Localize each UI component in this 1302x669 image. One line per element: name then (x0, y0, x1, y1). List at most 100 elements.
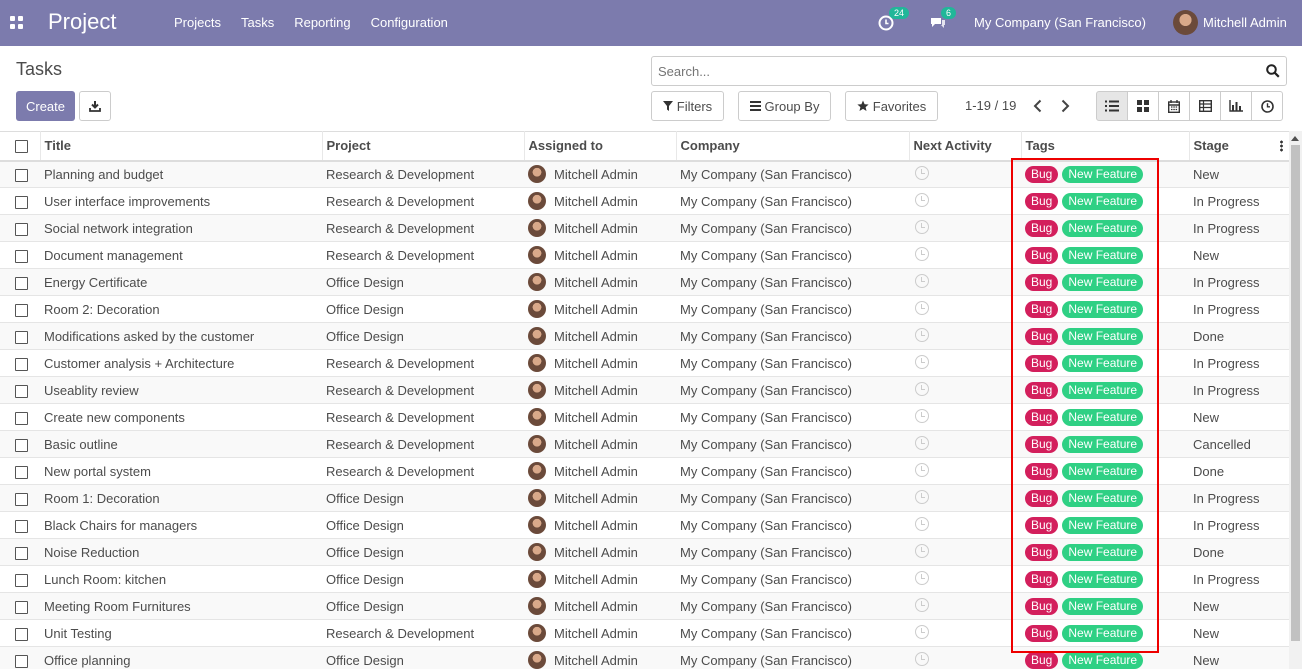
column-next-activity[interactable]: Next Activity (908, 131, 1021, 161)
table-row[interactable]: Room 1: Decoration Office Design Mitchel… (0, 484, 1289, 512)
table-row[interactable]: Useablity review Research & Development … (0, 376, 1289, 404)
activity-clock-icon[interactable] (915, 570, 929, 585)
task-title[interactable]: Noise Reduction (40, 539, 322, 566)
column-project[interactable]: Project (321, 131, 524, 161)
task-title[interactable]: Meeting Room Furnitures (40, 593, 322, 620)
activity-systray[interactable]: 24 (878, 0, 910, 46)
table-row[interactable]: Basic outline Research & Development Mit… (0, 430, 1289, 458)
assignee-avatar[interactable] (528, 300, 546, 318)
chevron-right-icon[interactable] (1058, 98, 1072, 114)
assignee-avatar[interactable] (528, 327, 546, 345)
task-title[interactable]: Energy Certificate (40, 269, 322, 296)
chevron-left-icon[interactable] (1031, 98, 1045, 114)
row-checkbox[interactable] (15, 384, 28, 398)
row-checkbox[interactable] (15, 519, 28, 533)
activity-clock-icon[interactable] (915, 489, 929, 504)
activity-clock-icon[interactable] (915, 408, 929, 423)
task-title[interactable]: Document management (40, 242, 322, 269)
table-row[interactable]: Create new components Research & Develop… (0, 404, 1289, 431)
activity-clock-icon[interactable] (915, 165, 929, 180)
menu-projects[interactable]: Projects (174, 15, 221, 30)
table-row[interactable]: Planning and budget Research & Developme… (0, 160, 1289, 188)
task-title[interactable]: Unit Testing (40, 620, 322, 647)
messaging-systray[interactable]: 6 (930, 0, 957, 46)
assignee-avatar[interactable] (528, 246, 546, 264)
menu-tasks[interactable]: Tasks (241, 15, 274, 30)
menu-reporting[interactable]: Reporting (294, 15, 350, 30)
task-title[interactable]: Customer analysis + Architecture (40, 350, 322, 377)
assignee-avatar[interactable] (528, 570, 546, 588)
row-checkbox[interactable] (15, 411, 28, 425)
menu-configuration[interactable]: Configuration (371, 15, 448, 30)
table-row[interactable]: Meeting Room Furnitures Office Design Mi… (0, 592, 1289, 620)
assignee-avatar[interactable] (528, 381, 546, 399)
task-title[interactable]: Lunch Room: kitchen (40, 566, 322, 593)
column-title[interactable]: Title (39, 131, 322, 161)
assignee-avatar[interactable] (528, 489, 546, 507)
assignee-avatar[interactable] (528, 435, 546, 453)
create-button[interactable]: Create (16, 91, 75, 121)
task-title[interactable]: Planning and budget (40, 161, 322, 188)
task-title[interactable]: New portal system (40, 458, 322, 485)
activity-clock-icon[interactable] (915, 273, 929, 288)
task-title[interactable]: User interface improvements (40, 188, 322, 215)
task-title[interactable]: Basic outline (40, 431, 322, 458)
activity-clock-icon[interactable] (915, 435, 929, 450)
assignee-avatar[interactable] (528, 624, 546, 642)
activity-clock-icon[interactable] (915, 462, 929, 477)
list-view-button[interactable] (1096, 91, 1128, 121)
activity-clock-icon[interactable] (915, 300, 929, 315)
vertical-scrollbar[interactable] (1289, 131, 1302, 669)
table-row[interactable]: New portal system Research & Development… (0, 458, 1289, 485)
activity-clock-icon[interactable] (915, 219, 929, 234)
row-checkbox[interactable] (15, 330, 28, 344)
column-tags[interactable]: Tags (1020, 131, 1189, 161)
table-row[interactable]: Social network integration Research & De… (0, 214, 1289, 242)
kanban-view-button[interactable] (1127, 91, 1159, 121)
row-checkbox[interactable] (15, 465, 28, 479)
assignee-avatar[interactable] (528, 462, 546, 480)
table-row[interactable]: Energy Certificate Office Design Mitchel… (0, 268, 1289, 296)
activity-clock-icon[interactable] (915, 192, 929, 207)
row-checkbox[interactable] (15, 249, 28, 263)
assignee-avatar[interactable] (528, 354, 546, 372)
activity-view-button[interactable] (1251, 91, 1283, 121)
assignee-avatar[interactable] (528, 651, 546, 669)
activity-clock-icon[interactable] (915, 543, 929, 558)
graph-view-button[interactable] (1220, 91, 1252, 121)
search-input[interactable] (652, 57, 1252, 85)
table-row[interactable]: Document management Research & Developme… (0, 242, 1289, 269)
column-assigned-to[interactable]: Assigned to (523, 131, 676, 161)
activity-clock-icon[interactable] (915, 327, 929, 342)
row-checkbox[interactable] (15, 573, 28, 587)
task-title[interactable]: Useablity review (40, 377, 322, 404)
scrollbar-thumb[interactable] (1291, 145, 1300, 641)
row-checkbox[interactable] (15, 654, 28, 668)
task-title[interactable]: Black Chairs for managers (40, 512, 322, 539)
optional-columns-icon[interactable] (1280, 140, 1283, 152)
table-row[interactable]: Unit Testing Research & Development Mitc… (0, 620, 1289, 647)
assignee-avatar[interactable] (528, 597, 546, 615)
group-by-button[interactable]: Group By (738, 91, 831, 121)
pager-value[interactable]: 1-19 / 19 (965, 98, 1016, 113)
row-checkbox[interactable] (15, 222, 28, 236)
scroll-up-icon[interactable] (1291, 136, 1299, 141)
pivot-view-button[interactable] (1189, 91, 1221, 121)
row-checkbox[interactable] (15, 276, 28, 290)
task-title[interactable]: Office planning (40, 647, 322, 669)
filters-button[interactable]: Filters (651, 91, 724, 121)
apps-menu-icon[interactable] (10, 16, 23, 29)
task-title[interactable]: Room 2: Decoration (40, 296, 322, 323)
row-checkbox[interactable] (15, 600, 28, 614)
row-checkbox[interactable] (15, 546, 28, 560)
activity-clock-icon[interactable] (915, 597, 929, 612)
assignee-avatar[interactable] (528, 408, 546, 426)
assignee-avatar[interactable] (528, 516, 546, 534)
table-row[interactable]: Black Chairs for managers Office Design … (0, 512, 1289, 539)
assignee-avatar[interactable] (528, 219, 546, 237)
select-all-checkbox[interactable] (15, 140, 28, 154)
task-title[interactable]: Modifications asked by the customer (40, 323, 322, 350)
column-company[interactable]: Company (675, 131, 909, 161)
assignee-avatar[interactable] (528, 192, 546, 210)
activity-clock-icon[interactable] (915, 516, 929, 531)
